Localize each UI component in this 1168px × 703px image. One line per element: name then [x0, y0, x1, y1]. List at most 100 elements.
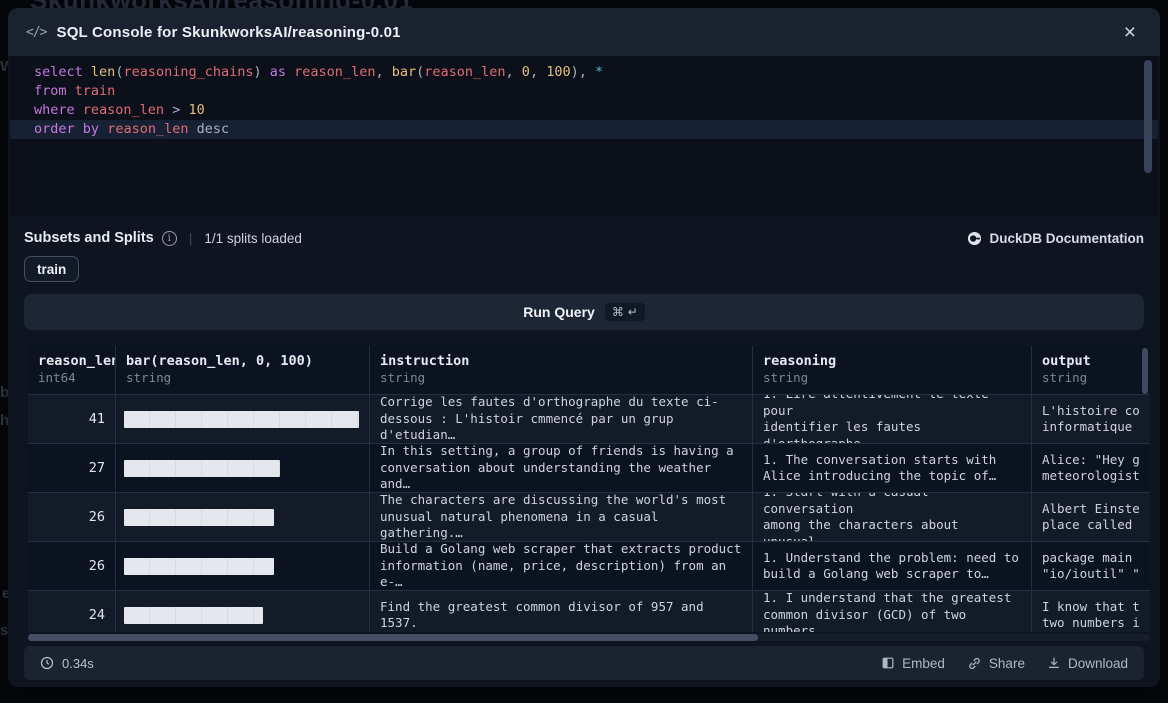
table-row: 26Build a Golang web scraper that extrac…	[28, 541, 1150, 590]
sql-token	[75, 121, 83, 137]
duckdb-documentation-label: DuckDB Documentation	[989, 231, 1144, 246]
query-time: 0.34s	[40, 656, 94, 671]
sql-token: >	[164, 102, 188, 118]
column-header: reasoningstring	[753, 346, 1032, 394]
cell-output: package main "io/ioutil" "	[1032, 542, 1150, 590]
share-label: Share	[989, 656, 1025, 671]
download-button[interactable]: Download	[1047, 656, 1128, 671]
sql-token: from	[34, 83, 67, 99]
sql-code-line: select len(reasoning_chains) as reason_l…	[10, 63, 1158, 82]
cell-reason-len: 26	[28, 542, 116, 590]
sql-token	[286, 64, 294, 80]
column-type: int64	[38, 370, 105, 385]
table-row: 41 Corrige les fautes d'orthographe du te…	[28, 394, 1150, 443]
sql-token: as	[270, 64, 286, 80]
table-hscroll-thumb[interactable]	[28, 634, 758, 641]
column-name: instruction	[380, 353, 742, 369]
column-type: string	[763, 370, 1021, 385]
cell-output: L'histoire co informatique	[1032, 395, 1150, 443]
table-vscroll-thumb[interactable]	[1142, 348, 1148, 394]
sql-token: reason_len	[294, 64, 375, 80]
sql-token	[67, 83, 75, 99]
bar-visualization	[124, 509, 274, 526]
sql-code-line: where reason_len > 10	[10, 101, 1158, 120]
sql-token: ),	[571, 64, 595, 80]
sql-token	[75, 102, 83, 118]
cell-output: I know that t two numbers i	[1032, 591, 1150, 632]
editor-scrollbar-thumb[interactable]	[1144, 60, 1152, 173]
cell-reasoning: 1. I understand that the greatest common…	[753, 591, 1032, 632]
cell-reasoning: 1. The conversation starts with Alice in…	[753, 444, 1032, 492]
column-name: reasoning	[763, 353, 1021, 369]
subsets-label: Subsets and Splits	[24, 230, 154, 246]
cell-instruction: Corrige les fautes d'orthographe du text…	[370, 395, 753, 443]
cell-bar	[116, 542, 370, 590]
sql-token: reason_len	[107, 121, 188, 137]
cell-bar	[116, 591, 370, 632]
cell-reason-len: 27	[28, 444, 116, 492]
cell-bar	[116, 493, 370, 541]
sql-token: reasoning_chains	[123, 64, 253, 80]
bar-visualization	[124, 607, 263, 624]
cell-instruction: Find the greatest common divisor of 957 …	[370, 591, 753, 632]
sql-console-modal: </> SQL Console for SkunkworksAI/reasoni…	[8, 8, 1160, 687]
sql-token: ,	[506, 64, 522, 80]
cell-bar	[116, 444, 370, 492]
share-button[interactable]: Share	[967, 656, 1025, 671]
results-table: reason_lenint64bar(reason_len, 0, 100)st…	[28, 346, 1150, 641]
cell-output: Albert Einste place called	[1032, 493, 1150, 541]
embed-button[interactable]: Embed	[881, 656, 945, 671]
sql-token: reason_len	[424, 64, 505, 80]
subsets-divider: |	[189, 230, 193, 246]
cell-instruction: In this setting, a group of friends is h…	[370, 444, 753, 492]
cell-reasoning: 1. Start with a casual conversation amon…	[753, 493, 1032, 541]
column-header: instructionstring	[370, 346, 753, 394]
download-label: Download	[1068, 656, 1128, 671]
kbd-shortcut-badge: ⌘ ↵	[605, 303, 645, 321]
table-row: 24 Find the greatest common divisor of 95…	[28, 590, 1150, 632]
sql-token: 10	[188, 102, 204, 118]
sql-token: ,	[530, 64, 546, 80]
table-horizontal-scrollbar[interactable]	[28, 634, 1150, 641]
sql-token: bar	[392, 64, 416, 80]
cell-reason-len: 24	[28, 591, 116, 632]
column-type: string	[1042, 370, 1140, 385]
split-chip-train[interactable]: train	[24, 256, 79, 282]
editor-scrollbar[interactable]	[1144, 60, 1152, 210]
sql-token: where	[34, 102, 75, 118]
sql-token: *	[595, 64, 603, 80]
modal-title: SQL Console for SkunkworksAI/reasoning-0…	[56, 24, 400, 41]
duckdb-documentation-link[interactable]: DuckDB Documentation	[967, 231, 1144, 246]
duckdb-logo-icon	[967, 231, 982, 246]
sql-token: order	[34, 121, 75, 137]
cell-bar	[116, 395, 370, 443]
sql-token: )	[254, 64, 270, 80]
column-type: string	[380, 370, 742, 385]
sql-token: reason_len	[83, 102, 164, 118]
code-icon: </>	[26, 25, 46, 40]
cell-reason-len: 26	[28, 493, 116, 541]
bar-visualization	[124, 558, 274, 575]
info-icon[interactable]: i	[162, 231, 177, 246]
column-header: reason_lenint64	[28, 346, 116, 394]
cell-reason-len: 41	[28, 395, 116, 443]
bar-visualization	[124, 460, 280, 477]
download-icon	[1047, 656, 1061, 670]
sql-editor[interactable]: select len(reasoning_chains) as reason_l…	[10, 56, 1158, 216]
table-vertical-scrollbar[interactable]	[1142, 348, 1148, 394]
column-name: reason_len	[38, 353, 105, 369]
modal-titlebar: </> SQL Console for SkunkworksAI/reasoni…	[8, 8, 1160, 56]
clock-icon	[40, 656, 54, 670]
footer-actions: Embed Share Download	[881, 656, 1128, 671]
sql-token: select	[34, 64, 83, 80]
subsets-row: Subsets and Splits i | 1/1 splits loaded…	[8, 228, 1160, 248]
splits-loaded-status: 1/1 splits loaded	[204, 231, 302, 246]
embed-icon	[881, 656, 895, 670]
splits-list: train	[24, 256, 1144, 282]
sql-token: 0	[522, 64, 530, 80]
sql-token: len	[91, 64, 115, 80]
close-icon[interactable]: ×	[1118, 20, 1142, 45]
sql-code-line: from train	[10, 82, 1158, 101]
run-query-button[interactable]: Run Query ⌘ ↵	[24, 294, 1144, 330]
cell-reasoning: 1. Lire attentivement le texte pour iden…	[753, 395, 1032, 443]
